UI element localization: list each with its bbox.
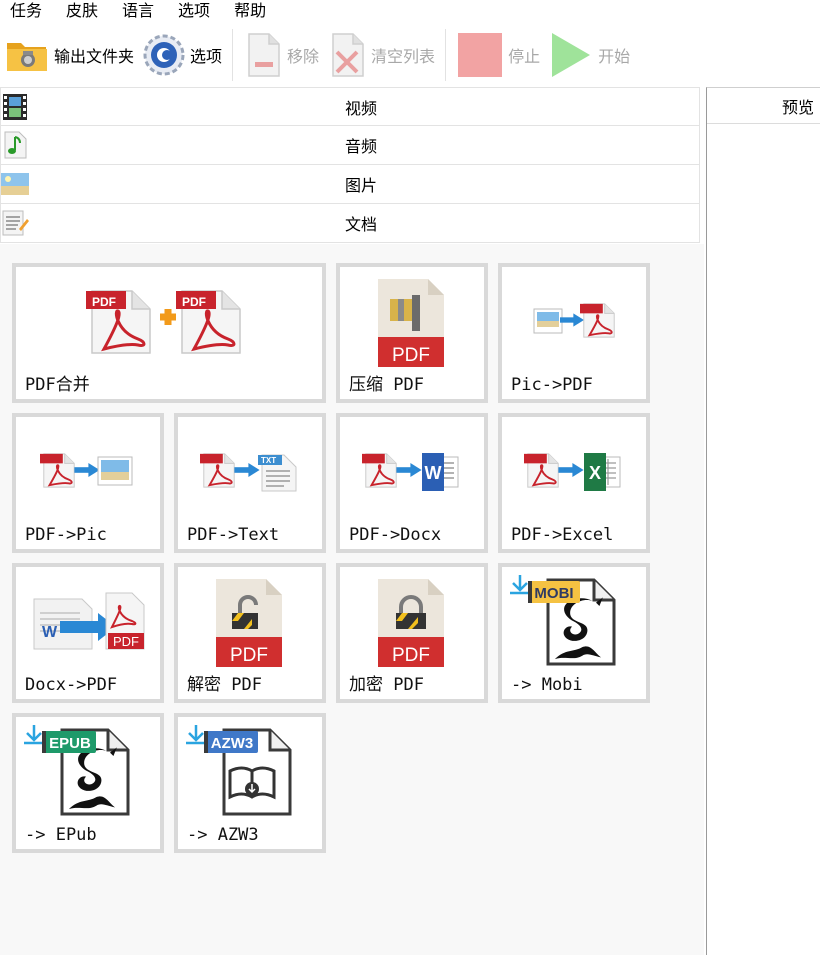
tile-pdf-to-pic[interactable]: PDF->Pic	[12, 413, 164, 553]
category-label: 视频	[344, 98, 377, 118]
start-button[interactable]: 开始	[544, 27, 634, 83]
tile-mobi[interactable]: MOBI -> Mobi	[498, 563, 650, 703]
epub-icon: EPUB	[22, 723, 130, 816]
menu-bar: 任务 皮肤 语言 选项 帮助	[0, 0, 820, 22]
word-badge-text: W	[42, 624, 58, 641]
preview-header: 预览	[707, 88, 820, 124]
pdf-badge-text: PDF	[113, 634, 139, 649]
category-audio[interactable]: 音频	[0, 126, 700, 165]
tile-label: PDF->Pic	[25, 525, 107, 545]
menu-options[interactable]: 选项	[178, 0, 210, 22]
tile-epub[interactable]: EPUB -> EPub	[12, 713, 164, 853]
category-document[interactable]: 文档	[0, 204, 700, 243]
tools-panel: PDF PDF PDF合并 PDF 压缩 PDF Pic->PDF PDF->P…	[0, 244, 704, 955]
tile-pdf-to-text[interactable]: TXT PDF->Text	[174, 413, 326, 553]
menu-skin[interactable]: 皮肤	[66, 0, 98, 22]
pdf-encrypt-icon: PDF	[378, 579, 444, 667]
remove-document-icon	[248, 33, 280, 77]
docx-to-pdf-icon: W PDF	[33, 592, 145, 650]
azw3-icon: AZW3	[184, 723, 292, 816]
options-button[interactable]: 选项	[138, 27, 226, 83]
category-label: 文档	[344, 215, 377, 234]
tile-label: 加密 PDF	[349, 675, 424, 695]
pdf-badge-text: PDF	[182, 295, 206, 309]
azw3-badge-text: AZW3	[211, 735, 254, 752]
pdf-merge-icon: PDF PDF	[86, 289, 242, 355]
tile-azw3[interactable]: AZW3 -> AZW3	[174, 713, 326, 853]
category-list: 视频 音频 图片 文档	[0, 87, 700, 243]
remove-button[interactable]: 移除	[239, 27, 323, 83]
preview-pane: 预览	[706, 87, 820, 955]
pdf-to-docx-icon: W	[362, 452, 459, 491]
mobi-badge-text: MOBI	[534, 585, 573, 602]
folder-icon	[7, 43, 47, 71]
menu-task[interactable]: 任务	[10, 0, 42, 22]
tile-label: -> Mobi	[511, 675, 583, 695]
tile-pdf-to-excel[interactable]: X PDF->Excel	[498, 413, 650, 553]
toolbar-separator	[232, 29, 234, 81]
pdf-badge-text: PDF	[92, 295, 116, 309]
stop-label: 停止	[508, 47, 541, 66]
category-video[interactable]: 视频	[0, 87, 700, 126]
pdf-to-text-icon: TXT	[200, 452, 297, 492]
pdf-compress-icon: PDF	[378, 279, 444, 367]
tile-docx-to-pdf[interactable]: W PDF Docx->PDF	[12, 563, 164, 703]
start-label: 开始	[598, 47, 631, 66]
stop-icon	[458, 33, 503, 77]
output-folder-button[interactable]: 输出文件夹	[0, 27, 138, 83]
menu-help[interactable]: 帮助	[234, 0, 266, 22]
tile-label: 压缩 PDF	[349, 375, 424, 395]
tile-pdf-encrypt[interactable]: PDF 加密 PDF	[336, 563, 488, 703]
tile-label: Pic->PDF	[511, 375, 593, 395]
epub-badge-text: EPUB	[49, 735, 91, 752]
tile-label: PDF->Excel	[511, 525, 614, 545]
tile-label: -> AZW3	[187, 825, 259, 845]
mobi-icon: MOBI	[508, 573, 616, 666]
tile-label: PDF合并	[25, 375, 90, 395]
pdf-badge-text: PDF	[230, 645, 268, 666]
pdf-badge-text: PDF	[392, 645, 430, 666]
output-folder-label: 输出文件夹	[54, 47, 135, 66]
txt-badge-text: TXT	[261, 456, 276, 465]
category-label: 图片	[344, 176, 377, 195]
tile-pdf-compress[interactable]: PDF 压缩 PDF	[336, 263, 488, 403]
tile-label: Docx->PDF	[25, 675, 118, 695]
stop-button[interactable]: 停止	[452, 27, 544, 83]
word-badge-text: W	[425, 463, 442, 483]
pdf-to-excel-icon: X	[524, 452, 621, 491]
preview-title: 预览	[781, 97, 814, 117]
pdf-badge-text: PDF	[392, 345, 430, 366]
gear-icon	[143, 34, 185, 76]
options-label: 选项	[190, 47, 223, 66]
pdf-decrypt-icon: PDF	[216, 579, 282, 667]
toolbar-separator	[445, 29, 447, 81]
tile-pic-to-pdf[interactable]: Pic->PDF	[498, 263, 650, 403]
category-picture[interactable]: 图片	[0, 165, 700, 204]
clear-list-icon	[332, 33, 364, 77]
pdf-to-pic-icon	[40, 452, 133, 489]
tile-label: PDF->Text	[187, 525, 280, 545]
clear-list-button[interactable]: 清空列表	[323, 27, 439, 83]
tile-label: PDF->Docx	[349, 525, 442, 545]
tile-pdf-merge[interactable]: PDF PDF PDF合并	[12, 263, 326, 403]
pic-to-pdf-icon	[533, 302, 616, 339]
menu-language[interactable]: 语言	[122, 0, 154, 22]
clear-list-label: 清空列表	[371, 47, 436, 66]
tile-pdf-decrypt[interactable]: PDF 解密 PDF	[174, 563, 326, 703]
play-icon	[552, 33, 591, 77]
tile-pdf-to-docx[interactable]: W PDF->Docx	[336, 413, 488, 553]
remove-label: 移除	[287, 47, 320, 66]
toolbar: 输出文件夹 选项 移除 清空列表 停止 开始	[0, 24, 820, 86]
tile-label: 解密 PDF	[187, 675, 262, 695]
excel-badge-text: X	[589, 463, 601, 483]
tile-label: -> EPub	[25, 825, 97, 845]
category-label: 音频	[344, 137, 377, 156]
